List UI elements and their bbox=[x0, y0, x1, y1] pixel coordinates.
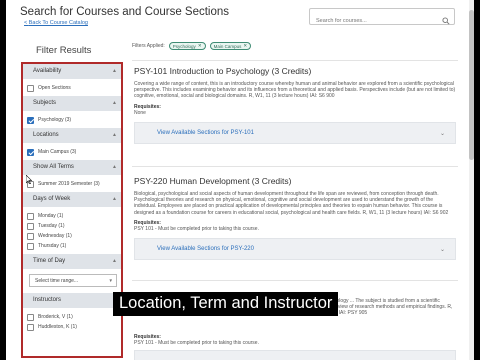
checkbox[interactable] bbox=[27, 222, 34, 230]
subjects-options: Psychology (3) bbox=[23, 111, 121, 128]
back-link-label[interactable]: Back To Course Catalog bbox=[29, 20, 88, 26]
time-section-header[interactable]: Time of Day ▲ bbox=[23, 254, 121, 269]
days-options: Monday (1) Tuesday (1) Wednesday (1) Thu… bbox=[23, 207, 121, 254]
time-label: Time of Day bbox=[33, 258, 66, 264]
course-title: PSY-220 Human Development (3 Credits) bbox=[134, 176, 292, 186]
course-description: Biological, psychological and social asp… bbox=[134, 191, 449, 216]
divider bbox=[132, 280, 458, 281]
checkbox[interactable] bbox=[27, 212, 34, 220]
terms-label: Show All Terms bbox=[33, 164, 74, 170]
checkbox-checked[interactable] bbox=[27, 116, 34, 124]
checkbox[interactable] bbox=[27, 323, 34, 331]
course-description: Covering a wide range of content, this i… bbox=[134, 81, 456, 100]
filter-option-thursday[interactable]: Thursday (1) bbox=[27, 241, 121, 251]
instructors-options: Broderick, V (1) Huddleston, K (1) bbox=[23, 308, 121, 335]
requisites-text: PSY 101 - Must be completed prior to tak… bbox=[134, 225, 259, 232]
filter-option-broderick[interactable]: Broderick, V (1) bbox=[27, 312, 121, 322]
course-title: PSY-101 Introduction to Psychology (3 Cr… bbox=[134, 66, 312, 76]
locations-label: Locations bbox=[33, 132, 59, 138]
locations-section-header[interactable]: Locations ▲ bbox=[23, 128, 121, 143]
search-icon[interactable] bbox=[442, 12, 450, 30]
chevron-down-icon: ⌄ bbox=[439, 130, 445, 137]
filter-option-label: Thursday (1) bbox=[38, 243, 67, 249]
filter-option-main-campus[interactable]: Main Campus (3) bbox=[27, 147, 121, 157]
filter-option-label: Tuesday (1) bbox=[38, 223, 65, 229]
filter-option-psychology[interactable]: Psychology (3) bbox=[27, 115, 121, 125]
applied-filters-label: Filters Applied: bbox=[132, 43, 165, 49]
course-card-psy101: PSY-101 Introduction to Psychology (3 Cr… bbox=[134, 66, 456, 144]
filter-tag-psychology[interactable]: Psychology ✕ bbox=[168, 42, 206, 50]
filter-option-wednesday[interactable]: Wednesday (1) bbox=[27, 231, 121, 241]
checkbox[interactable] bbox=[27, 313, 34, 321]
availability-label: Availability bbox=[33, 68, 62, 74]
checkbox[interactable] bbox=[27, 232, 34, 240]
filter-option-label: Open Sections bbox=[38, 85, 71, 91]
availability-section-header[interactable]: Availability ▲ bbox=[23, 64, 121, 79]
availability-options: Open Sections bbox=[23, 79, 121, 96]
filter-option-monday[interactable]: Monday (1) bbox=[27, 211, 121, 221]
subjects-label: Subjects bbox=[33, 100, 57, 106]
time-options: Select time range... ▼ bbox=[23, 269, 121, 293]
filter-option-label: Monday (1) bbox=[38, 213, 64, 219]
filter-tag-label: Main Campus bbox=[213, 43, 242, 49]
filter-option-label: Huddleston, K (1) bbox=[38, 324, 77, 330]
view-sections-button[interactable]: View Available Sections for PSY-101 ⌄ bbox=[134, 121, 456, 144]
terms-section-header[interactable]: Show All Terms ▲ bbox=[23, 160, 121, 175]
requisites-text: None bbox=[134, 109, 146, 116]
back-to-catalog-link[interactable]: < Back To Course Catalog bbox=[24, 20, 88, 26]
scrollbar-thumb[interactable] bbox=[469, 10, 474, 160]
days-section-header[interactable]: Days of Week ▲ bbox=[23, 192, 121, 207]
view-sections-label: View Available Sections for PSY-220 bbox=[157, 245, 254, 252]
requisites-text: PSY 101 - Must be completed prior to tak… bbox=[134, 340, 259, 346]
view-sections-button[interactable]: View Available Sections for PSY-220 ⌄ bbox=[134, 237, 456, 260]
chevron-up-icon: ▲ bbox=[112, 100, 117, 106]
chevron-up-icon: ▲ bbox=[112, 258, 117, 264]
filter-option-tuesday[interactable]: Tuesday (1) bbox=[27, 221, 121, 231]
close-icon[interactable]: ✕ bbox=[243, 43, 247, 49]
chevron-up-icon: ▲ bbox=[112, 196, 117, 202]
filter-option-open-sections[interactable]: Open Sections bbox=[27, 83, 121, 93]
chevron-down-icon: ▼ bbox=[108, 278, 113, 283]
page-title: Search for Courses and Course Sections bbox=[20, 6, 230, 18]
chevron-up-icon: ▲ bbox=[112, 68, 117, 74]
chevron-up-icon: ▲ bbox=[112, 132, 117, 138]
filter-option-label: Main Campus (3) bbox=[38, 149, 77, 155]
applied-filters: Filters Applied: Psychology ✕ Main Campus… bbox=[132, 40, 252, 52]
filter-option-label: Broderick, V (1) bbox=[38, 314, 73, 320]
time-range-placeholder: Select time range... bbox=[35, 278, 79, 284]
filter-option-huddleston[interactable]: Huddleston, K (1) bbox=[27, 322, 121, 332]
chevron-up-icon: ▲ bbox=[112, 164, 117, 170]
instructors-section-header[interactable]: Instructors▲ bbox=[23, 293, 121, 308]
filter-option-label: Psychology (3) bbox=[38, 117, 72, 123]
filter-results-heading: Filter Results bbox=[36, 45, 92, 56]
filter-tag-main-campus[interactable]: Main Campus ✕ bbox=[209, 42, 252, 50]
filter-option-label: Summer 2019 Semester (3) bbox=[38, 181, 100, 187]
filter-option-summer-2019[interactable]: Summer 2019 Semester (3) bbox=[27, 179, 121, 189]
checkbox-checked[interactable] bbox=[27, 148, 34, 156]
video-caption: Location, Term and Instructor bbox=[113, 292, 339, 316]
chevron-down-icon: ⌄ bbox=[439, 246, 445, 253]
checkbox[interactable] bbox=[27, 84, 34, 92]
divider bbox=[132, 60, 458, 61]
filter-sidebar: Availability ▲ Open Sections Subjects ▲ Ps… bbox=[21, 62, 123, 358]
close-icon[interactable]: ✕ bbox=[198, 43, 202, 49]
checkbox[interactable] bbox=[27, 242, 34, 250]
search-box[interactable] bbox=[309, 8, 455, 29]
time-range-select[interactable]: Select time range... ▼ bbox=[29, 274, 117, 287]
view-sections-label: View Available Sections for PSY-101 bbox=[157, 129, 254, 136]
view-sections-button[interactable]: ⌄ bbox=[134, 350, 456, 360]
filter-tag-label: Psychology bbox=[172, 43, 196, 49]
subjects-section-header[interactable]: Subjects ▲ bbox=[23, 96, 121, 111]
course-card-third-requisites: Requisites: PSY 101 - Must be completed … bbox=[134, 330, 456, 360]
filter-option-label: Wednesday (1) bbox=[38, 233, 72, 239]
terms-options: Summer 2019 Semester (3) bbox=[23, 175, 121, 192]
scrollbar[interactable] bbox=[469, 0, 474, 360]
days-label: Days of Week bbox=[33, 196, 71, 202]
instructors-label: Instructors bbox=[33, 297, 62, 303]
locations-options: Main Campus (3) bbox=[23, 143, 121, 160]
divider bbox=[132, 166, 458, 167]
course-card-psy220: PSY-220 Human Development (3 Credits) Bi… bbox=[134, 176, 456, 260]
mouse-cursor-icon bbox=[26, 175, 32, 184]
search-input[interactable] bbox=[310, 13, 438, 29]
